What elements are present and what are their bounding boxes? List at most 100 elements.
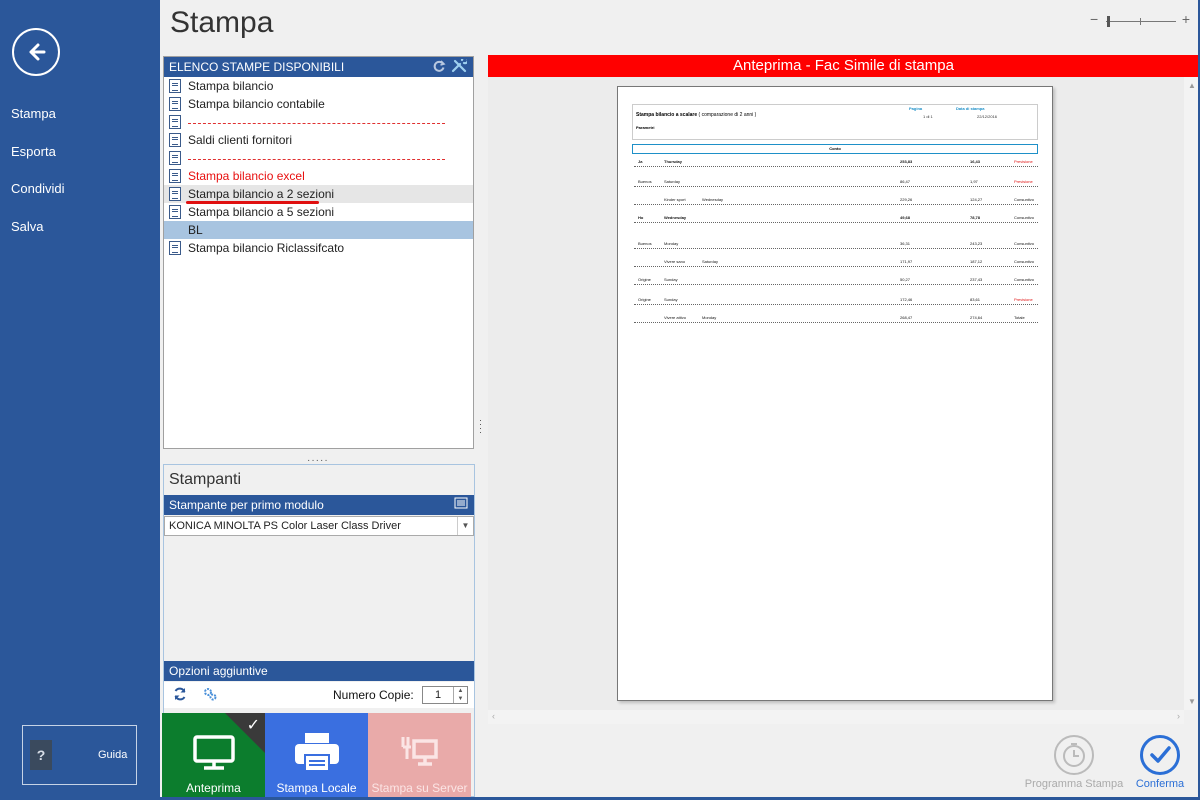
zoom-in-button[interactable]: + [1182, 11, 1190, 27]
clock-icon [1054, 735, 1094, 775]
nav-stampa[interactable]: Stampa [11, 106, 56, 121]
list-separator[interactable] [164, 113, 473, 131]
options-header: Opzioni aggiuntive [164, 661, 474, 681]
paper-date-value: 22/12/2016 [977, 114, 998, 119]
printer-module-label: Stampante per primo modulo [169, 498, 324, 512]
paper-cell: 16,43 [970, 159, 981, 164]
checkmark-icon: ✓ [246, 717, 260, 734]
refresh-icon[interactable] [432, 59, 446, 73]
paper-cell: Kinder sport [664, 197, 686, 202]
paper-cell: 124,27 [970, 197, 983, 202]
paper-cell: Thursday [664, 159, 683, 164]
copies-value: 1 [435, 689, 442, 701]
preview-paper: Stampa bilancio a scalare ( comparazione… [617, 86, 1053, 701]
panel-splitter[interactable]: · · · · [479, 416, 483, 437]
page-title: Stampa [170, 6, 274, 39]
paper-cell: Totale [1014, 315, 1025, 320]
paper-date-label: Data di stampa [956, 106, 985, 111]
refresh-icon[interactable] [172, 686, 188, 702]
nav-condividi[interactable]: Condividi [11, 181, 64, 196]
paper-cell: 78,78 [970, 215, 981, 220]
zoom-thumb[interactable] [1107, 16, 1110, 27]
document-icon [169, 151, 181, 165]
paper-cell: 253,83 [900, 159, 913, 164]
zoom-slider[interactable]: − + [1090, 11, 1190, 30]
confirm-button[interactable]: Conferma [1105, 735, 1200, 795]
paper-row: Buenos Saturday 86,47 1,97 Previsione [634, 179, 1038, 187]
paper-cell: Buenos [638, 179, 652, 184]
document-icon [169, 169, 181, 183]
gears-icon[interactable] [202, 686, 218, 702]
list-settings-icon[interactable] [454, 497, 468, 509]
paper-cell: 1,97 [970, 179, 978, 184]
list-item-group[interactable]: BL [164, 221, 473, 239]
paper-cell: Origine [638, 297, 651, 302]
paper-cell: 274,64 [970, 315, 983, 320]
document-icon [169, 241, 181, 255]
confirm-label: Conferma [1135, 778, 1185, 790]
help-book-icon: ? [27, 737, 52, 770]
paper-row: Origine Sunday 50,27 237,43 Consuntivo [634, 277, 1038, 285]
paper-cell: Consuntivo [1014, 277, 1035, 282]
paper-cell: 229,26 [900, 197, 913, 202]
scroll-down-icon[interactable]: ▼ [1188, 697, 1196, 706]
server-print-tile-button[interactable]: Stampa su Server [368, 713, 471, 797]
paper-cell: Consuntivo [1014, 241, 1035, 246]
tools-icon[interactable] [451, 59, 467, 73]
paper-subtitle: ( comparazione di 2 anni ) [698, 112, 757, 118]
list-item[interactable]: Stampa bilancio [164, 77, 473, 95]
paper-cell: Consuntivo [1014, 197, 1035, 202]
copies-spin-buttons[interactable]: ▲ ▼ [453, 687, 467, 703]
scroll-up-icon[interactable]: ▲ [1188, 81, 1196, 90]
list-item[interactable]: Stampa bilancio Riclassifcato [164, 239, 473, 257]
list-separator[interactable] [164, 149, 473, 167]
paper-cell: Ja [638, 159, 643, 164]
paper-cell: 237,43 [970, 277, 983, 282]
nav-esporta[interactable]: Esporta [11, 144, 56, 159]
list-item[interactable]: Stampa bilancio a 5 sezioni [164, 203, 473, 221]
scroll-right-icon[interactable]: › [1177, 711, 1180, 721]
paper-cell: 50,27 [900, 277, 911, 282]
printer-select-value: KONICA MINOLTA PS Color Laser Class Driv… [169, 520, 401, 532]
check-circle-icon [1140, 735, 1180, 775]
copies-stepper[interactable]: 1 ▲ ▼ [422, 686, 468, 704]
list-item-label: Stampa bilancio Riclassifcato [188, 241, 345, 255]
scroll-left-icon[interactable]: ‹ [492, 711, 495, 721]
local-print-tile-label: Stampa Locale [276, 781, 357, 795]
paper-cell: 86,47 [900, 179, 911, 184]
paper-row: Vivere attivo Monday 268,47 274,64 Totale [634, 315, 1038, 323]
print-list-title: ELENCO STAMPE DISPONIBILI [169, 60, 345, 74]
paper-cell: 49,68 [900, 215, 911, 220]
paper-title-text: Stampa bilancio a scalare [636, 112, 698, 118]
paper-cell: Saturday [702, 259, 719, 264]
back-button[interactable] [12, 28, 60, 76]
paper-row: Buenos Monday 36,31 243,23 Consuntivo [634, 241, 1038, 249]
list-item[interactable]: Saldi clienti fornitori [164, 131, 473, 149]
zoom-track[interactable] [1106, 21, 1176, 22]
nav-salva[interactable]: Salva [11, 219, 44, 234]
paper-cell: 36,31 [900, 241, 911, 246]
document-icon [169, 187, 181, 201]
printers-title: Stampanti [169, 471, 242, 488]
local-print-tile-button[interactable]: Stampa Locale [265, 713, 368, 797]
list-item[interactable]: Stampa bilancio a 2 sezioni [164, 185, 473, 204]
paper-header: Stampa bilancio a scalare ( comparazione… [632, 104, 1038, 140]
paper-cell: 83,61 [970, 297, 981, 302]
list-item[interactable]: Stampa bilancio contabile [164, 95, 473, 113]
preview-tile-button[interactable]: ✓ Anteprima [162, 713, 265, 797]
zoom-out-button[interactable]: − [1090, 11, 1098, 27]
guide-button[interactable]: ? Guida [22, 725, 137, 785]
preview-horizontal-scrollbar[interactable]: ‹ › [488, 710, 1184, 724]
chevron-down-icon[interactable]: ▼ [457, 517, 473, 535]
paper-cell: Buenos [638, 241, 652, 246]
paper-cell: Ho [638, 215, 644, 220]
paper-cell: 268,47 [900, 315, 913, 320]
printer-select[interactable]: KONICA MINOLTA PS Color Laser Class Driv… [164, 516, 474, 536]
preview-tile-label: Anteprima [186, 781, 241, 795]
paper-cell: Wednesday [702, 197, 724, 202]
separator-line [188, 158, 445, 160]
list-item[interactable]: Stampa bilancio excel [164, 167, 473, 185]
list-item-label: Stampa bilancio excel [188, 169, 305, 183]
paper-title: Stampa bilancio a scalare ( comparazione… [636, 112, 756, 118]
server-printer-icon [401, 737, 438, 766]
